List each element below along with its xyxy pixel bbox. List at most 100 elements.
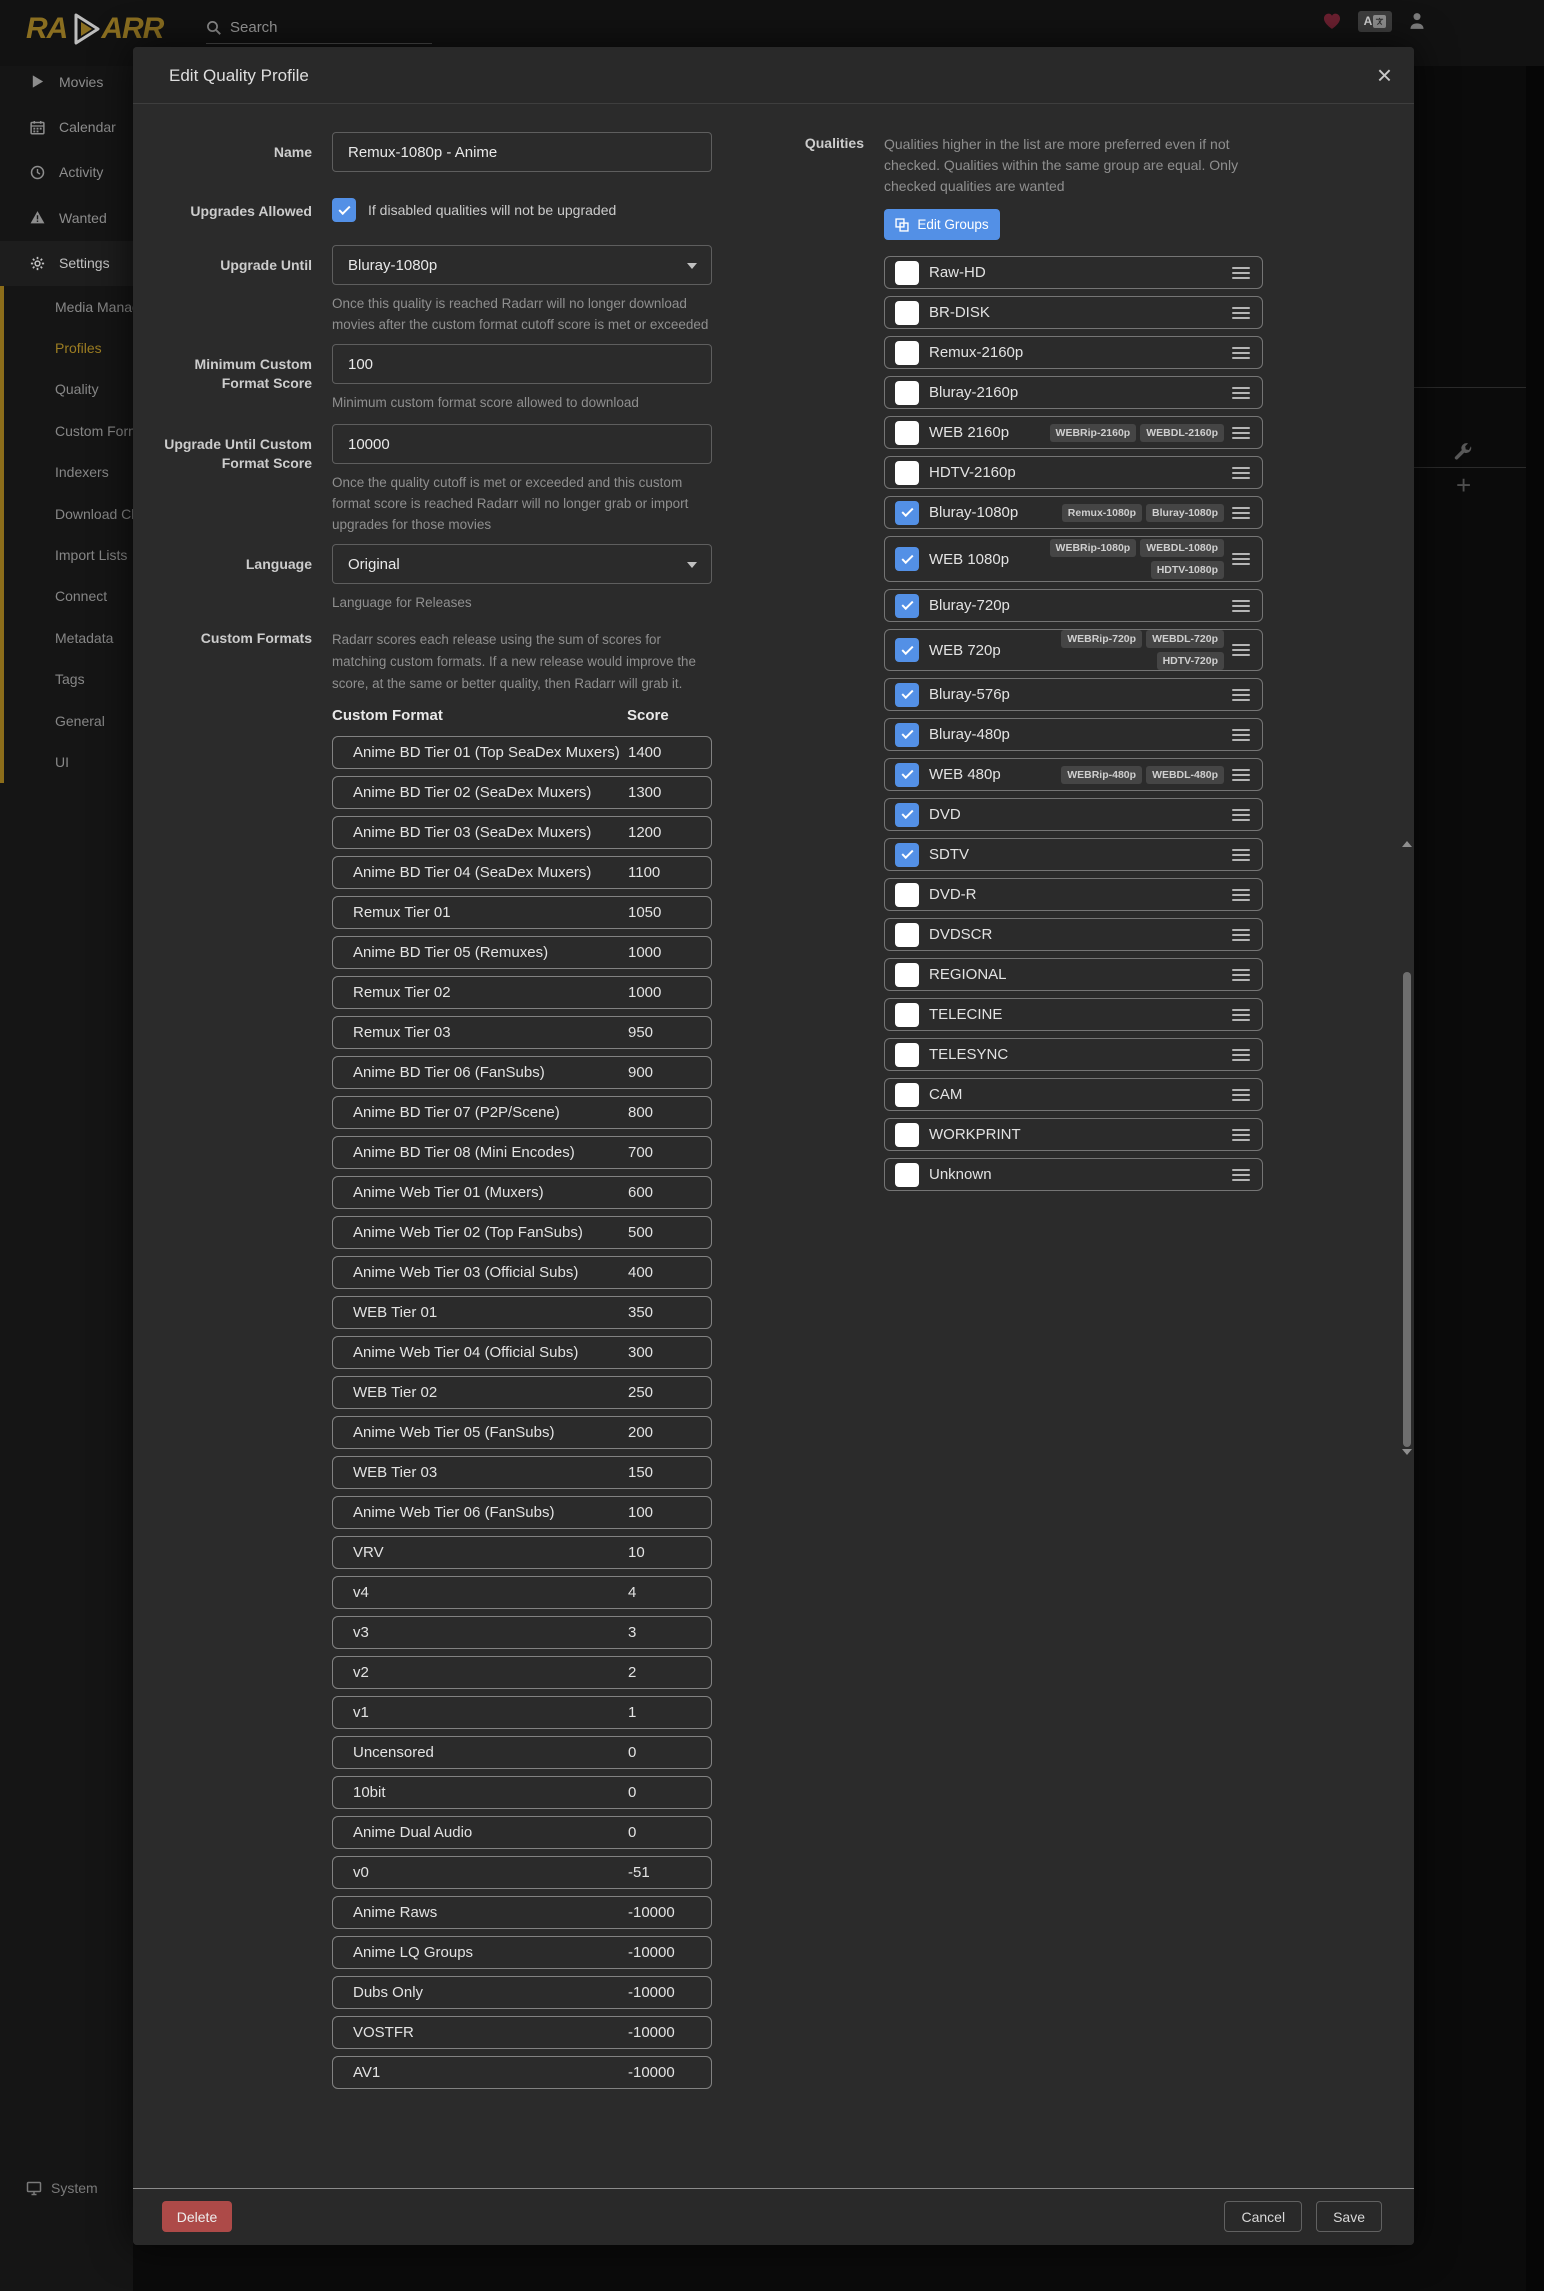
custom-format-row: Anime Web Tier 06 (FanSubs)100 bbox=[332, 1496, 712, 1529]
custom-format-name: WEB Tier 01 bbox=[353, 1304, 437, 1321]
until-score-input[interactable]: 10000 bbox=[332, 424, 712, 464]
sidebar-item-quality[interactable]: Quality bbox=[0, 369, 133, 410]
wrench-icon[interactable] bbox=[1452, 442, 1474, 469]
quality-checkbox[interactable] bbox=[895, 723, 919, 747]
quality-checkbox[interactable] bbox=[895, 843, 919, 867]
quality-checkbox[interactable] bbox=[895, 763, 919, 787]
sidebar-item-system[interactable]: System bbox=[0, 2168, 133, 2208]
quality-checkbox[interactable] bbox=[895, 1163, 919, 1187]
quality-checkbox[interactable] bbox=[895, 1043, 919, 1067]
translate-icon[interactable]: A bbox=[1358, 11, 1392, 32]
sidebar-item-indexers[interactable]: Indexers bbox=[0, 452, 133, 493]
quality-checkbox[interactable] bbox=[895, 501, 919, 525]
delete-button[interactable]: Delete bbox=[162, 2201, 232, 2232]
sidebar-item-movies[interactable]: Movies bbox=[0, 66, 133, 104]
drag-handle-icon[interactable] bbox=[1232, 1169, 1250, 1181]
quality-checkbox[interactable] bbox=[895, 547, 919, 571]
drag-handle-icon[interactable] bbox=[1232, 427, 1250, 439]
quality-checkbox[interactable] bbox=[895, 923, 919, 947]
heart-icon[interactable] bbox=[1322, 12, 1342, 30]
quality-checkbox[interactable] bbox=[895, 1003, 919, 1027]
sidebar-item-metadata[interactable]: Metadata bbox=[0, 617, 133, 658]
sidebar-item-activity[interactable]: Activity bbox=[0, 150, 133, 195]
quality-checkbox[interactable] bbox=[895, 594, 919, 618]
quality-checkbox[interactable] bbox=[895, 461, 919, 485]
language-select[interactable]: Original bbox=[332, 544, 712, 584]
drag-handle-icon[interactable] bbox=[1232, 1129, 1250, 1141]
search-input[interactable]: Search bbox=[206, 12, 432, 44]
upgrade-until-select[interactable]: Bluray-1080p bbox=[332, 245, 712, 285]
sidebar-item-wanted[interactable]: Wanted bbox=[0, 195, 133, 240]
drag-handle-icon[interactable] bbox=[1232, 969, 1250, 981]
play-icon bbox=[30, 74, 46, 89]
quality-checkbox[interactable] bbox=[895, 1123, 919, 1147]
drag-handle-icon[interactable] bbox=[1232, 1049, 1250, 1061]
drag-handle-icon[interactable] bbox=[1232, 1089, 1250, 1101]
quality-checkbox[interactable] bbox=[895, 341, 919, 365]
sidebar-item-calendar[interactable]: Calendar bbox=[0, 104, 133, 149]
custom-format-score: 0 bbox=[628, 1784, 636, 1801]
modal-scrollbar-thumb[interactable] bbox=[1403, 972, 1411, 1447]
quality-checkbox[interactable] bbox=[895, 883, 919, 907]
sidebar-item-general[interactable]: General bbox=[0, 700, 133, 741]
custom-format-score: 1 bbox=[628, 1704, 636, 1721]
drag-handle-icon[interactable] bbox=[1232, 769, 1250, 781]
quality-row: DVDSCR bbox=[884, 918, 1263, 951]
custom-format-row: Anime Dual Audio0 bbox=[332, 1816, 712, 1849]
sidebar-item-tags[interactable]: Tags bbox=[0, 659, 133, 700]
quality-name: TELESYNC bbox=[929, 1046, 1008, 1063]
sidebar-item-custom-formats[interactable]: Custom Formats bbox=[0, 410, 133, 451]
quality-checkbox[interactable] bbox=[895, 261, 919, 285]
min-score-input[interactable]: 100 bbox=[332, 344, 712, 384]
drag-handle-icon[interactable] bbox=[1232, 689, 1250, 701]
quality-checkbox[interactable] bbox=[895, 963, 919, 987]
drag-handle-icon[interactable] bbox=[1232, 644, 1250, 656]
sidebar-item-import-lists[interactable]: Import Lists bbox=[0, 534, 133, 575]
scroll-down-arrow[interactable] bbox=[1402, 1449, 1412, 1455]
quality-name: WEB 720p bbox=[929, 642, 1001, 659]
sidebar-item-connect[interactable]: Connect bbox=[0, 576, 133, 617]
close-icon[interactable]: × bbox=[1377, 60, 1392, 90]
drag-handle-icon[interactable] bbox=[1232, 307, 1250, 319]
quality-checkbox[interactable] bbox=[895, 638, 919, 662]
drag-handle-icon[interactable] bbox=[1232, 809, 1250, 821]
sidebar-item-download-clients[interactable]: Download Clients bbox=[0, 493, 133, 534]
quality-checkbox[interactable] bbox=[895, 421, 919, 445]
drag-handle-icon[interactable] bbox=[1232, 267, 1250, 279]
drag-handle-icon[interactable] bbox=[1232, 507, 1250, 519]
drag-handle-icon[interactable] bbox=[1232, 387, 1250, 399]
custom-format-row: Anime Web Tier 04 (Official Subs)300 bbox=[332, 1336, 712, 1369]
sidebar-item-media-management[interactable]: Media Management bbox=[0, 286, 133, 327]
drag-handle-icon[interactable] bbox=[1232, 929, 1250, 941]
quality-checkbox[interactable] bbox=[895, 683, 919, 707]
drag-handle-icon[interactable] bbox=[1232, 467, 1250, 479]
upgrades-allowed-checkbox[interactable] bbox=[332, 198, 356, 222]
drag-handle-icon[interactable] bbox=[1232, 729, 1250, 741]
drag-handle-icon[interactable] bbox=[1232, 347, 1250, 359]
quality-checkbox[interactable] bbox=[895, 1083, 919, 1107]
scroll-up-arrow[interactable] bbox=[1402, 841, 1412, 847]
user-icon[interactable] bbox=[1408, 11, 1426, 31]
quality-checkbox[interactable] bbox=[895, 301, 919, 325]
object-group-icon bbox=[895, 218, 909, 232]
quality-name: Unknown bbox=[929, 1166, 992, 1183]
save-button[interactable]: Save bbox=[1316, 2201, 1382, 2232]
quality-group-badge: WEBRip-2160p bbox=[1050, 424, 1137, 442]
quality-row: HDTV-2160p bbox=[884, 456, 1263, 489]
name-input[interactable]: Remux-1080p - Anime bbox=[332, 132, 712, 172]
quality-checkbox[interactable] bbox=[895, 803, 919, 827]
cancel-button[interactable]: Cancel bbox=[1224, 2201, 1302, 2232]
drag-handle-icon[interactable] bbox=[1232, 553, 1250, 565]
edit-groups-button[interactable]: Edit Groups bbox=[884, 209, 1000, 240]
sidebar-item-settings[interactable]: Settings bbox=[0, 241, 133, 286]
qualities-description: Qualities higher in the list are more pr… bbox=[884, 134, 1246, 197]
quality-checkbox[interactable] bbox=[895, 381, 919, 405]
drag-handle-icon[interactable] bbox=[1232, 849, 1250, 861]
custom-format-row: WEB Tier 02250 bbox=[332, 1376, 712, 1409]
drag-handle-icon[interactable] bbox=[1232, 600, 1250, 612]
add-profile-button[interactable]: + bbox=[1456, 470, 1471, 501]
sidebar-item-profiles[interactable]: Profiles bbox=[0, 327, 133, 368]
sidebar-item-ui[interactable]: UI bbox=[0, 741, 133, 782]
drag-handle-icon[interactable] bbox=[1232, 1009, 1250, 1021]
drag-handle-icon[interactable] bbox=[1232, 889, 1250, 901]
